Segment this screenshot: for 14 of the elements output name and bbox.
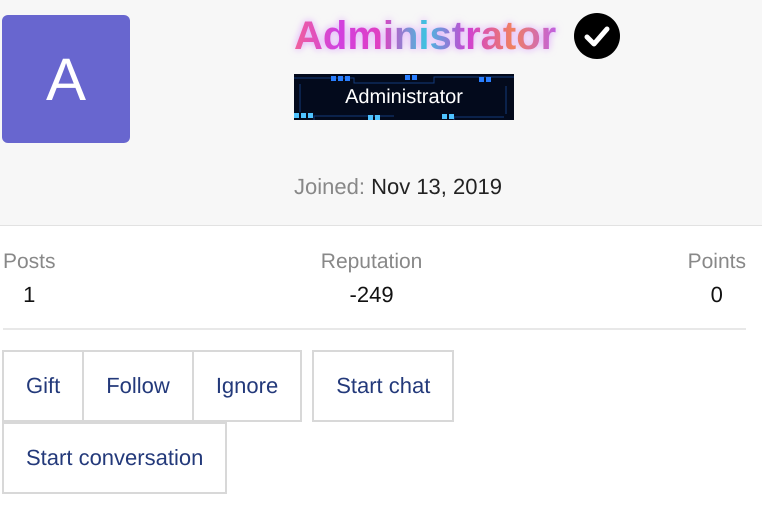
- stat-label: Points: [688, 250, 746, 274]
- avatar[interactable]: A: [2, 15, 130, 143]
- action-button[interactable]: Ignore: [192, 350, 302, 422]
- stat-value: 0: [710, 282, 723, 308]
- role-label: Administrator: [345, 86, 463, 108]
- action-button[interactable]: Gift: [2, 350, 84, 422]
- action-button[interactable]: Start chat: [312, 350, 454, 422]
- action-button[interactable]: Start conversation: [2, 422, 228, 494]
- stat-label: Reputation: [320, 250, 422, 274]
- action-button[interactable]: Follow: [82, 350, 194, 422]
- stat-value: 1: [23, 282, 36, 308]
- joined-date: Joined: Nov 13, 2019: [294, 174, 503, 200]
- stat-label: Posts: [3, 250, 56, 274]
- stat-value: -249: [350, 282, 394, 308]
